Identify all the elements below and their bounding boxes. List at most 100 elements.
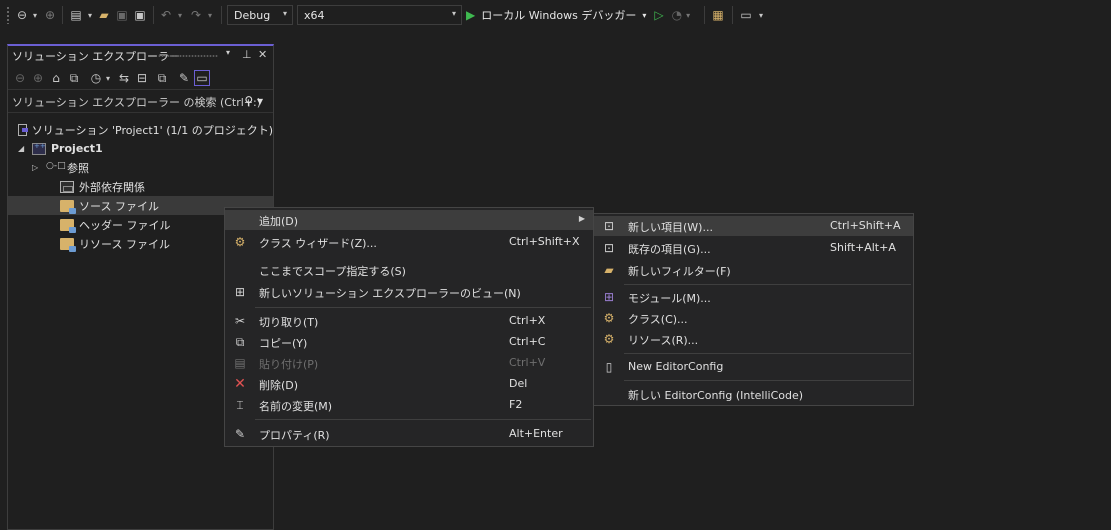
switch-views-icon[interactable]: ⧉ <box>66 70 82 86</box>
submenu-item-module[interactable]: ⊞ モジュール(M)... <box>594 287 913 307</box>
document-icon: ▯ <box>605 360 613 374</box>
navigate-back-icon[interactable]: ⊖ <box>14 7 30 23</box>
preview-selected-icon[interactable]: ▭ <box>194 70 210 86</box>
submenu-item-new-editorconfig[interactable]: ▯ New EditorConfig <box>594 357 913 377</box>
pending-dropdown-icon[interactable]: ▾ <box>104 70 112 86</box>
toolbar-grip[interactable] <box>6 6 10 24</box>
resource-icon: ⚙ <box>603 332 615 346</box>
new-project-icon[interactable]: ▤ <box>68 7 84 23</box>
submenu-item-class[interactable]: ⚙ クラス(C)... <box>594 308 913 328</box>
expanded-triangle-icon[interactable]: ◢ <box>18 144 26 153</box>
search-icon[interactable]: ⚲ ▾ <box>244 94 263 108</box>
solution-explorer-search[interactable]: ソリューション エクスプローラー の検索 (Ctrl+:) ⚲ ▾ <box>8 91 273 113</box>
redo-icon[interactable]: ↷ <box>188 7 204 23</box>
solution-explorer-toolbar: ⊖ ⊕ ⌂ ⧉ ◷ ▾ ⇆ ⊟ ⧉ ✎ ▭ <box>8 66 273 90</box>
menu-item-label: 既存の項目(G)... <box>628 243 711 256</box>
menu-item-label: コピー(Y) <box>259 337 308 350</box>
menu-item-delete[interactable]: ✕ 削除(D) Del <box>225 374 593 394</box>
tree-item-label: Project1 <box>51 142 103 155</box>
add-submenu: ⊡ 新しい項目(W)... Ctrl+Shift+A ⊡ 既存の項目(G)...… <box>593 213 914 406</box>
chevron-down-icon: ▾ <box>451 9 456 18</box>
filter-folder-icon <box>60 218 76 233</box>
save-all-icon[interactable]: ▣ <box>132 7 148 23</box>
menu-item-label: 貼り付け(P) <box>259 358 319 371</box>
home-icon[interactable]: ⌂ <box>48 70 64 86</box>
pin-icon[interactable]: ⊥ <box>242 48 252 61</box>
menu-item-shortcut: F2 <box>509 398 523 411</box>
cpp-project-icon <box>32 142 46 155</box>
menu-item-paste[interactable]: ▤ 貼り付け(P) Ctrl+V <box>225 353 593 373</box>
submenu-item-existing-item[interactable]: ⊡ 既存の項目(G)... Shift+Alt+A <box>594 238 913 258</box>
menu-item-rename[interactable]: ⌶ 名前の変更(M) F2 <box>225 395 593 415</box>
submenu-item-new-editorconfig-intellicode[interactable]: 新しい EditorConfig (IntelliCode) <box>594 384 913 404</box>
submenu-item-new-item[interactable]: ⊡ 新しい項目(W)... Ctrl+Shift+A <box>594 216 913 236</box>
menu-item-label: 新しい項目(W)... <box>628 221 713 234</box>
tree-item-solution[interactable]: ソリューション 'Project1' (1/1 のプロジェクト) <box>8 120 273 139</box>
menu-item-new-solution-explorer-view[interactable]: ⊞ 新しいソリューション エクスプローラーのビュー(N) <box>225 282 593 302</box>
debugger-label: ローカル Windows デバッガー <box>481 9 637 22</box>
undo-icon[interactable]: ↶ <box>158 7 174 23</box>
tree-item-project[interactable]: ◢ Project1 <box>8 139 273 158</box>
tree-item-references[interactable]: ▷ 参照 <box>8 158 273 177</box>
wrench-icon: ✎ <box>234 427 246 441</box>
menu-item-shortcut: Ctrl+X <box>509 314 546 327</box>
menu-item-class-wizard[interactable]: ⚙ クラス ウィザード(Z)... Ctrl+Shift+X <box>225 232 593 252</box>
start-debugger-button[interactable]: ▶ ローカル Windows デバッガー ▾ ▷ ◔ ▾ <box>466 5 690 25</box>
solution-folder-icon[interactable]: ▦ <box>710 7 726 23</box>
close-icon[interactable]: ✕ <box>258 48 267 61</box>
menu-item-shortcut: Ctrl+C <box>509 335 546 348</box>
navigate-forward-icon[interactable]: ⊕ <box>42 7 58 23</box>
copy-icon: ⧉ <box>235 334 245 349</box>
configuration-dropdown[interactable]: Debug ▾ <box>227 5 293 25</box>
panel-options-icon[interactable]: ▾ <box>226 48 230 57</box>
menu-item-shortcut: Ctrl+Shift+A <box>830 219 901 232</box>
pending-changes-icon[interactable]: ◷ <box>88 70 104 86</box>
context-menu: 追加(D) ▶ ⚙ クラス ウィザード(Z)... Ctrl+Shift+X こ… <box>224 207 594 447</box>
back-icon[interactable]: ⊖ <box>12 70 28 86</box>
toolbar-overflow-icon[interactable]: ▾ <box>756 7 766 23</box>
window-layout-icon[interactable]: ▭ <box>738 7 754 23</box>
menu-item-label: 追加(D) <box>259 215 299 228</box>
save-icon[interactable]: ▣ <box>114 7 130 23</box>
menu-item-scope-to-this[interactable]: ここまでスコープ指定する(S) <box>225 260 593 280</box>
submenu-item-new-filter[interactable]: ▰ 新しいフィルター(F) <box>594 260 913 280</box>
submenu-item-resource[interactable]: ⚙ リソース(R)... <box>594 329 913 349</box>
paste-icon: ▤ <box>234 356 246 370</box>
start-without-debugging-icon[interactable]: ▷ <box>654 8 663 22</box>
collapse-all-icon[interactable]: ⊟ <box>134 70 150 86</box>
solution-icon <box>18 123 28 136</box>
menu-item-label: 削除(D) <box>259 379 299 392</box>
collapsed-triangle-icon[interactable]: ▷ <box>32 163 40 172</box>
undo-dropdown-icon[interactable]: ▾ <box>176 7 184 23</box>
menu-item-shortcut: Ctrl+Shift+X <box>509 235 580 248</box>
platform-dropdown[interactable]: x64 ▾ <box>297 5 462 25</box>
hot-reload-icon[interactable]: ◔ <box>672 8 682 22</box>
new-item-icon: ⊡ <box>603 219 615 233</box>
properties-wrench-icon[interactable]: ✎ <box>176 70 192 86</box>
forward-icon[interactable]: ⊕ <box>30 70 46 86</box>
menu-item-shortcut: Shift+Alt+A <box>830 241 896 254</box>
menu-item-properties[interactable]: ✎ プロパティ(R) Alt+Enter <box>225 424 593 444</box>
sync-icon[interactable]: ⇆ <box>116 70 132 86</box>
menu-item-label: 新しいフィルター(F) <box>628 265 731 278</box>
references-icon <box>46 161 66 174</box>
menu-item-copy[interactable]: ⧉ コピー(Y) Ctrl+C <box>225 332 593 352</box>
menu-item-add[interactable]: 追加(D) ▶ <box>225 210 593 230</box>
class-icon: ⚙ <box>603 311 615 325</box>
play-icon: ▶ <box>466 8 476 22</box>
new-dropdown-icon[interactable]: ▾ <box>86 7 94 23</box>
configuration-value: Debug <box>234 8 271 22</box>
back-dropdown-icon[interactable]: ▾ <box>30 7 40 23</box>
menu-item-cut[interactable]: ✂ 切り取り(T) Ctrl+X <box>225 311 593 331</box>
platform-value: x64 <box>304 8 325 22</box>
menu-item-label: リソース(R)... <box>628 334 699 347</box>
redo-dropdown-icon[interactable]: ▾ <box>206 7 214 23</box>
solution-explorer-titlebar: ソリューション エクスプローラー ▾ ⊥ ✕ <box>8 46 273 66</box>
menu-item-label: クラス ウィザード(Z)... <box>259 237 377 250</box>
tree-item-external-dependencies[interactable]: 外部依存関係 <box>8 177 273 196</box>
chevron-down-icon[interactable]: ▾ <box>686 11 690 20</box>
show-all-files-icon[interactable]: ⧉ <box>154 70 170 86</box>
tree-item-label: ソース ファイル <box>79 199 159 213</box>
open-folder-icon[interactable]: ▰ <box>96 7 112 23</box>
submenu-arrow-icon: ▶ <box>578 214 585 223</box>
